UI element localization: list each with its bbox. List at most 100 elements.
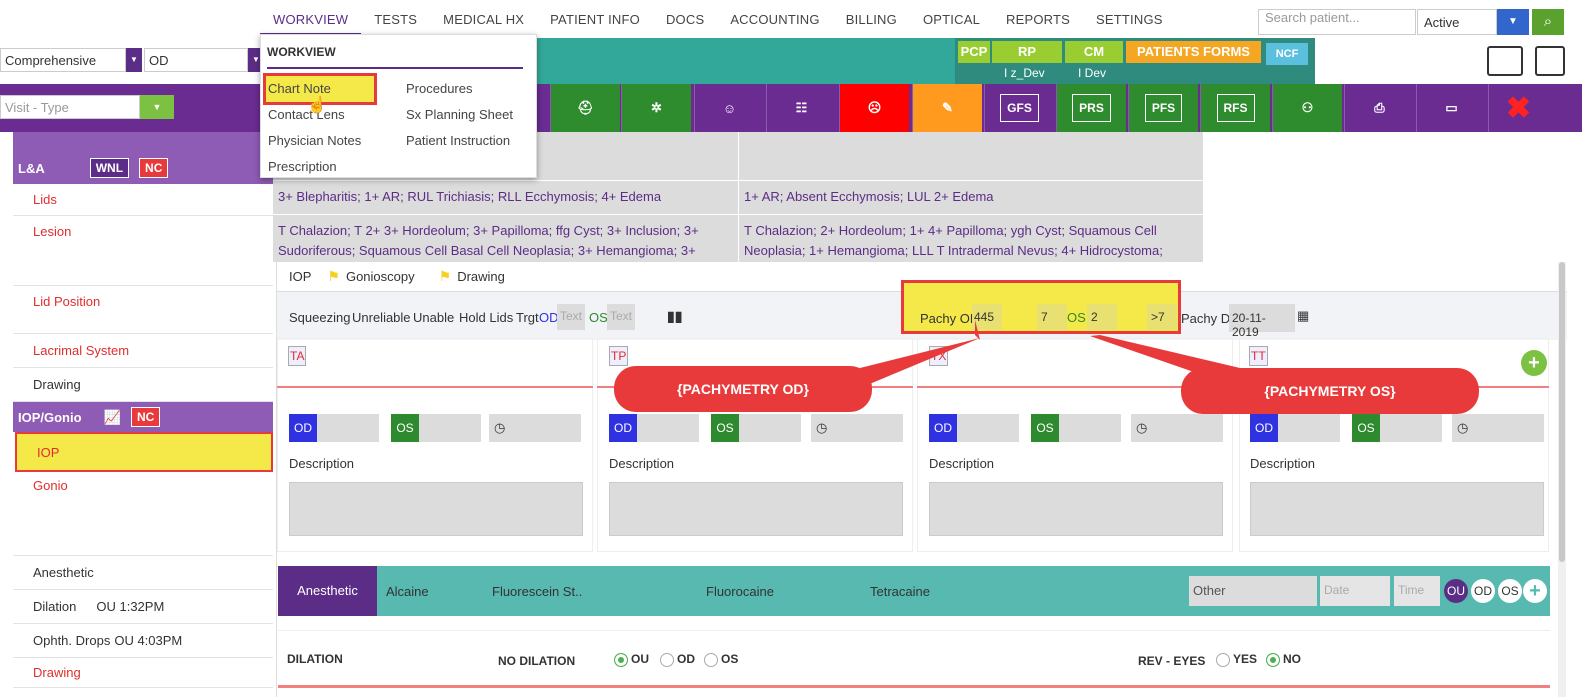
nav-patient-info[interactable]: PATIENT INFO — [537, 12, 653, 27]
clock-icon[interactable]: ◷ — [489, 414, 581, 442]
ta-od-button[interactable]: OD — [289, 414, 317, 442]
chat-people-icon[interactable]: ☺ — [694, 84, 764, 132]
ta-description-input[interactable] — [289, 482, 583, 536]
menu-item-procedures[interactable]: Procedures — [406, 81, 472, 96]
od-lesion-findings[interactable]: T Chalazion; T 2+ 3+ Hordeolum; 3+ Papil… — [278, 221, 733, 261]
scrollbar-thumb[interactable] — [1559, 262, 1565, 562]
chart-icon[interactable]: 📈 — [104, 409, 121, 426]
add-icon[interactable]: + — [1521, 350, 1547, 376]
rp-badge[interactable]: RP — [992, 41, 1062, 63]
calendar-icon[interactable]: ▦ — [1297, 308, 1309, 324]
anesthetic-alcaine[interactable]: Alcaine — [386, 584, 429, 599]
anesthetic-fluorocaine[interactable]: Fluorocaine — [706, 584, 774, 599]
tab-drawing[interactable]: Drawing — [457, 269, 505, 284]
tx-od-button[interactable]: OD — [929, 414, 957, 442]
tt-od-input[interactable] — [1278, 414, 1340, 442]
sidebar-item-gonio[interactable]: Gonio — [13, 472, 273, 556]
date-input[interactable]: Date — [1320, 576, 1390, 606]
status-select[interactable]: Active — [1417, 9, 1497, 35]
dilation-os-radio[interactable]: OS — [704, 652, 738, 667]
nav-medical-hx[interactable]: MEDICAL HX — [430, 12, 537, 27]
menu-item-prescription[interactable]: Prescription — [268, 159, 337, 174]
tp-os-input[interactable] — [739, 414, 801, 442]
sidebar-item-iop[interactable]: IOP — [15, 432, 273, 472]
chevron-down-icon[interactable]: ▼ — [126, 48, 142, 72]
tx-od-input[interactable] — [957, 414, 1019, 442]
sidebar-item-dilation[interactable]: Dilation OU 1:32PM — [13, 590, 273, 624]
nc-button[interactable]: NC — [139, 158, 169, 178]
search-input[interactable]: Search patient... — [1258, 9, 1416, 35]
nav-billing[interactable]: BILLING — [833, 12, 910, 27]
cm-badge[interactable]: CM — [1065, 41, 1123, 63]
option-unreliable[interactable]: Unreliable — [352, 310, 411, 325]
sidebar-item-drops[interactable]: Ophth. Drops OU 4:03PM — [13, 624, 273, 658]
ou-button[interactable]: OU — [1444, 579, 1468, 603]
gfs-button[interactable]: GFS — [984, 84, 1054, 132]
tx-os-button[interactable]: OS — [1031, 414, 1059, 442]
menu-item-physician-notes[interactable]: Physician Notes — [268, 133, 361, 148]
iop-section-header[interactable]: IOP/Gonio 📈 NC — [13, 402, 273, 432]
ta-os-input[interactable] — [419, 414, 481, 442]
clock-icon[interactable]: ◷ — [811, 414, 903, 442]
bar-chart-icon[interactable]: ▮▮ — [667, 308, 682, 325]
ta-os-button[interactable]: OS — [391, 414, 419, 442]
nav-reports[interactable]: REPORTS — [993, 12, 1083, 27]
prs-button[interactable]: PRS — [1056, 84, 1126, 132]
print-user-icon[interactable]: ⎙ — [1344, 84, 1414, 132]
clock-icon[interactable]: ◷ — [1452, 414, 1544, 442]
patients-forms-badge[interactable]: PATIENTS FORMS — [1126, 41, 1261, 63]
trgt-os-input[interactable]: Text — [607, 304, 635, 330]
pcp-badge[interactable]: PCP — [958, 41, 990, 63]
option-squeezing[interactable]: Squeezing — [289, 310, 350, 325]
rev-yes-radio[interactable]: YES — [1216, 652, 1257, 667]
eye-select[interactable]: OD — [144, 48, 248, 72]
menu-item-sx-planning[interactable]: Sx Planning Sheet — [406, 107, 513, 122]
nav-workview[interactable]: WORKVIEW — [260, 4, 362, 35]
sidebar-item-lacrimal[interactable]: Lacrimal System — [13, 334, 273, 368]
pfs-button[interactable]: PFS — [1128, 84, 1198, 132]
chevron-down-icon[interactable]: ▼ — [140, 95, 174, 119]
trgt-od-input[interactable]: Text — [557, 304, 585, 330]
ta-od-input[interactable] — [317, 414, 379, 442]
add-icon[interactable]: + — [1523, 579, 1547, 603]
dilation-od-radio[interactable]: OD — [660, 652, 695, 667]
ncf-badge[interactable]: NCF — [1266, 43, 1308, 65]
scalpel-icon[interactable]: ✎ — [912, 84, 982, 132]
other-input[interactable]: Other — [1189, 576, 1317, 606]
od-button[interactable]: OD — [1471, 579, 1495, 603]
nav-optical[interactable]: OPTICAL — [910, 12, 993, 27]
nav-accounting[interactable]: ACCOUNTING — [717, 12, 832, 27]
sidebar-item-lesion[interactable]: Lesion — [13, 216, 273, 286]
option-unable[interactable]: Unable — [413, 310, 454, 325]
tt-od-button[interactable]: OD — [1250, 414, 1278, 442]
os-button[interactable]: OS — [1498, 579, 1522, 603]
sidebar-item-lid-position[interactable]: Lid Position — [13, 286, 273, 334]
os-lesion-findings[interactable]: T Chalazion; 2+ Hordeolum; 1+ 4+ Papillo… — [744, 221, 1199, 261]
printer-icon[interactable] — [1487, 46, 1523, 76]
wnl-button[interactable]: WNL — [89, 158, 130, 178]
os-lids-findings[interactable]: 1+ AR; Absent Ecchymosis; LUL 2+ Edema — [744, 187, 1199, 207]
tp-od-button[interactable]: OD — [609, 414, 637, 442]
nav-docs[interactable]: DOCS — [653, 12, 717, 27]
staff-icon[interactable]: ⚇ — [1272, 84, 1342, 132]
clock-icon[interactable]: ◷ — [1131, 414, 1223, 442]
tp-os-button[interactable]: OS — [711, 414, 739, 442]
tt-os-button[interactable]: OS — [1352, 414, 1380, 442]
tp-label[interactable]: TP — [609, 346, 629, 366]
rev-no-radio[interactable]: NO — [1266, 652, 1301, 667]
anesthetic-tab[interactable]: Anesthetic — [278, 566, 377, 616]
person-network-icon[interactable]: ✲ — [621, 84, 691, 132]
close-icon[interactable]: ✖ — [1488, 84, 1548, 132]
tab-gonioscopy[interactable]: Gonioscopy — [346, 269, 415, 284]
menu-item-chart-note[interactable]: Chart Note — [268, 81, 331, 96]
tx-os-input[interactable] — [1059, 414, 1121, 442]
face-icon[interactable]: ☹ — [839, 84, 909, 132]
sidebar-item-drawing[interactable]: Drawing — [13, 368, 273, 402]
nav-tests[interactable]: TESTS — [361, 12, 430, 27]
visit-type-select[interactable]: Visit - Type — [0, 95, 140, 119]
no-dilation-label[interactable]: NO DILATION — [498, 654, 575, 668]
time-input[interactable]: Time — [1394, 576, 1440, 606]
menu-item-patient-instruction[interactable]: Patient Instruction — [406, 133, 510, 148]
exam-type-select[interactable]: Comprehensive — [0, 48, 126, 72]
tp-description-input[interactable] — [609, 482, 903, 536]
